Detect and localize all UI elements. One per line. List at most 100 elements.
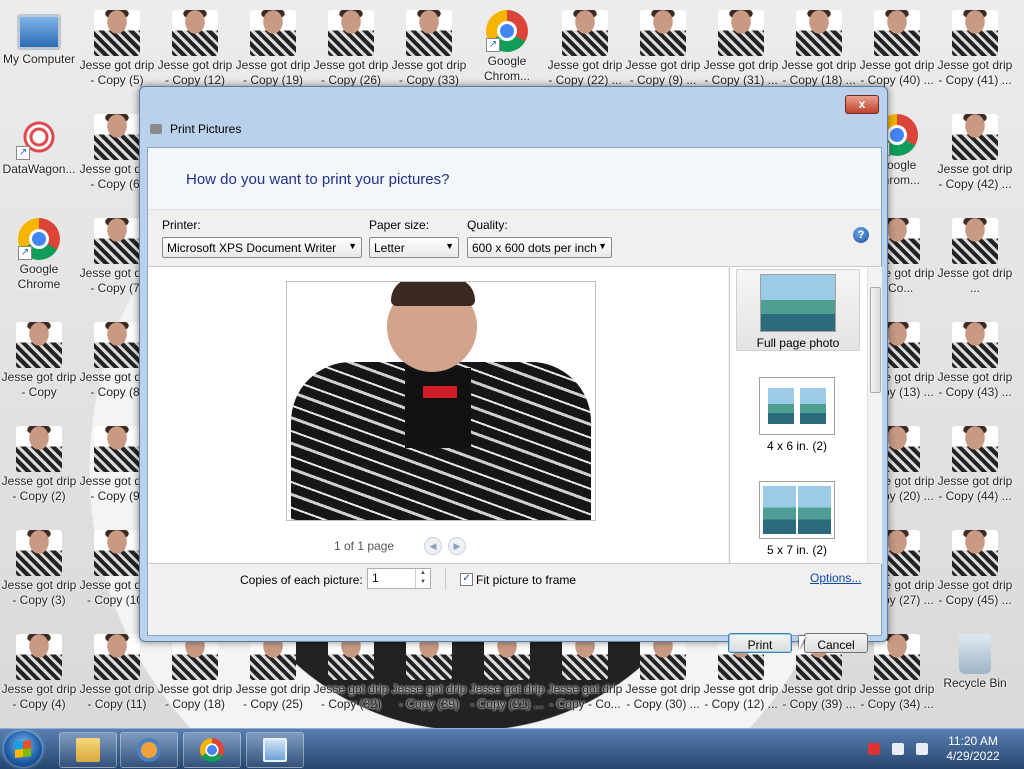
fit-picture-checkbox[interactable]: ✓ — [460, 573, 473, 586]
layout-scrollbar[interactable] — [867, 267, 882, 564]
close-button[interactable]: x — [845, 95, 879, 114]
desktop-icon-label: Jesse got drip - Copy (43) ... — [937, 370, 1013, 399]
desktop-icon-label: Jesse got drip - Copy (40) ... — [859, 58, 935, 87]
5x7-photo-right — [798, 486, 831, 534]
datawagon-icon: ↗ — [16, 114, 62, 160]
cancel-button[interactable]: Cancel — [804, 633, 868, 653]
jesse-icon — [94, 322, 140, 368]
jesse-icon — [16, 634, 62, 680]
next-page-button[interactable]: ▶ — [448, 537, 466, 555]
shirt-logo-shape — [423, 386, 457, 398]
desktop-icon[interactable]: Jesse got drip - Copy (11) — [78, 628, 156, 732]
quality-dropdown[interactable]: 600 x 600 dots per inch ▼ — [467, 237, 612, 258]
desktop-icon[interactable]: Jesse got drip - Copy (30) ... — [624, 628, 702, 732]
desktop-icon-label: Jesse got drip - Copy (32) — [313, 682, 389, 711]
folder-icon — [76, 738, 100, 762]
desktop-icon[interactable]: Jesse got drip - Copy (25) — [234, 628, 312, 732]
action-center-icon[interactable] — [868, 743, 880, 755]
taskbar-chrome[interactable] — [183, 732, 241, 768]
desktop-icon-label: Jesse got drip - Copy (26) — [313, 58, 389, 87]
stepper-arrows-icon[interactable]: ▲ ▼ — [415, 569, 430, 588]
printer-label: Printer: — [162, 218, 201, 232]
desktop-icon[interactable]: Jesse got drip - Copy (44) ... — [936, 420, 1014, 524]
desktop-icon-label: Jesse got drip - Copy (12) ... — [703, 682, 779, 711]
desktop-icon[interactable]: Jesse got drip - Copy (39) — [390, 628, 468, 732]
jesse-icon — [406, 10, 452, 56]
copies-stepper[interactable]: 1 ▲ ▼ — [367, 568, 431, 589]
desktop-icon[interactable]: Jesse got drip - Copy (32) — [312, 628, 390, 732]
desktop-icon[interactable]: My Computer — [0, 4, 78, 108]
desktop-icon[interactable]: Jesse got drip - Copy (43) ... — [936, 316, 1014, 420]
layout-4x6[interactable]: 4 x 6 in. (2) — [736, 373, 858, 453]
photo-preview — [286, 281, 596, 521]
desktop-icon-label: Jesse got drip - Copy (3) — [1, 578, 77, 607]
options-link[interactable]: Options... — [810, 571, 861, 585]
scrollbar-thumb[interactable] — [870, 287, 881, 393]
taskbar-media-player[interactable] — [120, 732, 178, 768]
chrome-icon: ↗ — [486, 10, 528, 52]
desktop-icon[interactable]: Recycle Bin — [936, 628, 1014, 732]
desktop-icon-label: Recycle Bin — [943, 676, 1007, 690]
layout-label: 4 x 6 in. (2) — [766, 439, 828, 453]
jesse-icon — [718, 10, 764, 56]
desktop-icon-label: Jesse got drip - Copy (5) — [79, 58, 155, 87]
desktop-icon-label: Jesse got drip - Copy (31) ... — [703, 58, 779, 87]
desktop-icon-label: Jesse got drip - Copy (41) ... — [937, 58, 1013, 87]
footer-vertical-divider — [445, 568, 446, 590]
desktop-icon-label: Jesse got drip - Copy (11) — [79, 682, 155, 711]
volume-icon[interactable] — [916, 743, 928, 755]
clock[interactable]: 11:20 AM 4/29/2022 — [940, 734, 1006, 764]
desktop-icon-label: Google Chrome — [17, 262, 61, 291]
layout-label: Full page photo — [756, 336, 840, 350]
full-page-thumbnail — [760, 274, 836, 332]
layout-5x7[interactable]: 5 x 7 in. (2) — [736, 477, 858, 557]
desktop-icon-label: Jesse got drip - Copy (12) — [157, 58, 233, 87]
desktop-icon[interactable]: ↗ DataWagon... — [0, 108, 78, 212]
jesse-icon — [952, 426, 998, 472]
desktop-icon[interactable]: Jesse got drip - Copy - Co... — [546, 628, 624, 732]
printer-dropdown[interactable]: Microsoft XPS Document Writer ▼ — [162, 237, 362, 258]
5x7-thumbnail — [759, 481, 835, 539]
help-icon[interactable]: ? — [853, 227, 869, 243]
desktop-icon-label: Jesse got drip - Copy (44) ... — [937, 474, 1013, 503]
taskbar-photo-viewer[interactable] — [246, 732, 304, 768]
desktop-icon[interactable]: Jesse got drip - Copy (45) ... — [936, 524, 1014, 628]
desktop-icon[interactable]: Jesse got drip - Copy — [0, 316, 78, 420]
jesse-icon — [952, 10, 998, 56]
dialog-titlebar[interactable]: Print Pictures x — [140, 87, 887, 143]
desktop-icon-label: Jesse got drip - Copy (45) ... — [937, 578, 1013, 607]
copies-value: 1 — [372, 571, 379, 585]
desktop-icon-label: Jesse got drip - Copy (21) ... — [469, 682, 545, 711]
4x6-photo-right — [800, 388, 826, 424]
layout-full-page-photo[interactable]: Full page photo — [736, 269, 860, 351]
4x6-photo-left — [768, 388, 794, 424]
start-button[interactable] — [4, 731, 42, 767]
clock-date: 4/29/2022 — [946, 749, 1000, 763]
desktop-icon[interactable]: Jesse got drip - Copy (21) ... — [468, 628, 546, 732]
desktop-icon-label: Jesse got drip - Copy (2) — [1, 474, 77, 503]
desktop-icon[interactable]: Jesse got drip - Copy (18) — [156, 628, 234, 732]
desktop-icon[interactable]: Jesse got drip - Copy (34) ... — [858, 628, 936, 732]
desktop-icon[interactable]: Jesse got drip - Copy (42) ... — [936, 108, 1014, 212]
desktop-icon[interactable]: Jesse got drip - Copy (4) — [0, 628, 78, 732]
desktop-icon[interactable]: Jesse got drip - Copy (41) ... — [936, 4, 1014, 108]
jesse-icon — [328, 10, 374, 56]
chevron-down-icon: ▼ — [598, 241, 607, 251]
mouse-cursor-icon — [799, 636, 806, 650]
desktop-icon-label: Jesse got drip - Copy (22) ... — [547, 58, 623, 87]
paper-size-dropdown[interactable]: Letter ▼ — [369, 237, 459, 258]
desktop-icon[interactable]: Jesse got drip - Copy (3) — [0, 524, 78, 628]
desktop-icon-label: Jesse got drip - Copy (39) — [391, 682, 467, 711]
layout-list: Full page photo 4 x 6 in. (2) 5 x 7 in. … — [729, 266, 882, 564]
network-icon[interactable] — [892, 743, 904, 755]
print-button[interactable]: Print — [728, 633, 792, 653]
taskbar-explorer[interactable] — [59, 732, 117, 768]
chrome-icon — [200, 738, 224, 762]
desktop-icon[interactable]: Jesse got drip - Copy (2) — [0, 420, 78, 524]
desktop-icon[interactable]: Jesse got drip ... — [936, 212, 1014, 316]
previous-page-button[interactable]: ◀ — [424, 537, 442, 555]
chevron-down-icon: ▼ — [348, 241, 357, 251]
desktop-icon-label: Jesse got drip - Copy (18) — [157, 682, 233, 711]
footer-divider — [148, 563, 881, 564]
desktop-icon[interactable]: ↗ Google Chrome — [0, 212, 78, 316]
